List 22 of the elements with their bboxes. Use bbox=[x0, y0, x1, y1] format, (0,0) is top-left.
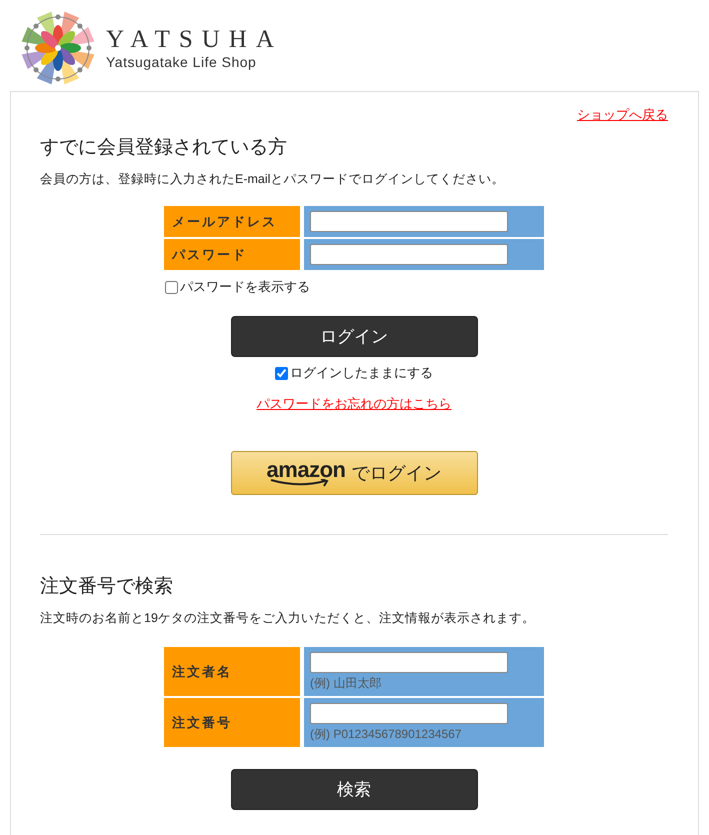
field-hint: (例) P012345678901234567 bbox=[310, 726, 462, 742]
input-field[interactable] bbox=[310, 211, 508, 232]
input-field[interactable] bbox=[310, 652, 508, 672]
section-description: 注文時のお名前と19ケタの注文番号をご入力いただくと、注文情報が表示されます。 bbox=[40, 610, 536, 627]
checkbox-label: ログインしたままにする bbox=[290, 364, 433, 382]
section-title: すでに会員登録されている方 bbox=[40, 136, 288, 160]
section-title: 注文番号で検索 bbox=[40, 575, 174, 599]
smile-arrow-icon bbox=[268, 479, 331, 487]
section-description: 会員の方は、登録時に入力されたE-mailとパスワードでログインしてください。 bbox=[40, 171, 506, 188]
checkbox-label: パスワードを表示する bbox=[180, 278, 310, 296]
input-field[interactable] bbox=[310, 244, 508, 265]
search-button[interactable]: 検索 bbox=[230, 769, 478, 810]
forgot-password-link[interactable]: パスワードをお忘れの方はこちら bbox=[256, 395, 452, 413]
field-hint: (例) 山田太郎 bbox=[310, 674, 382, 692]
login-button[interactable]: ログイン bbox=[230, 316, 478, 357]
checkbox[interactable] bbox=[275, 366, 288, 380]
logo-tagline: Yatsugatake Life Shop bbox=[106, 54, 258, 70]
input-field[interactable] bbox=[310, 702, 508, 724]
back-link[interactable]: ショップへ戻る bbox=[577, 106, 668, 124]
amazon-login-button[interactable]: amazon でログイン bbox=[230, 451, 478, 495]
logo-name: YATSUHA bbox=[106, 26, 283, 52]
checkbox[interactable] bbox=[165, 280, 178, 294]
